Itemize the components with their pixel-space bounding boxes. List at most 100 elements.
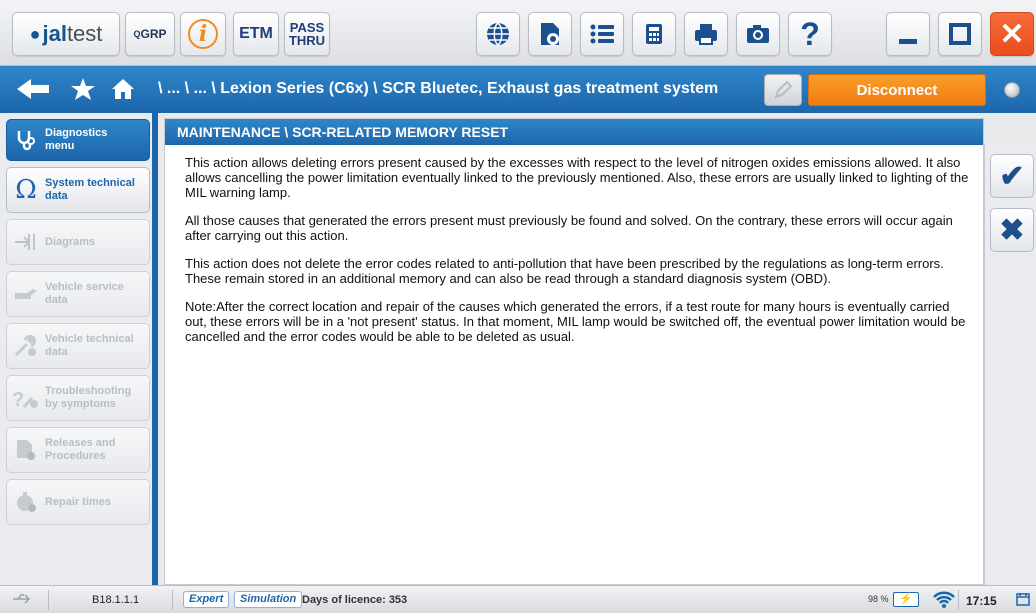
home-icon[interactable] (110, 77, 136, 108)
document-gear-icon (7, 438, 45, 462)
divider (172, 590, 173, 610)
disconnect-button[interactable]: Disconnect (808, 74, 986, 106)
label-line-2: data (45, 190, 68, 202)
wifi-icon (932, 589, 956, 612)
label-line-1: Vehicle technical (45, 333, 134, 345)
divider (48, 590, 49, 610)
calendar-icon[interactable] (1016, 592, 1030, 609)
sidebar-item-system-technical-data[interactable]: Ω System technical data (6, 167, 150, 213)
sidebar-item-label: Vehicle service data (45, 281, 124, 307)
logo-dot: ● (29, 23, 41, 44)
minimize-button[interactable] (886, 12, 930, 56)
sidebar-item-troubleshooting-by-symptoms[interactable]: ? Troubleshooting by symptoms (6, 375, 150, 421)
sidebar-item-label: Vehicle technical data (45, 333, 134, 359)
top-toolbar: ● jal test Q GRP i ETM PASS THRU ? ✕ (0, 0, 1036, 66)
list-icon (590, 24, 614, 44)
sidebar-item-label: Releases and Procedures (45, 437, 115, 463)
expert-mode-badge: Expert (183, 591, 230, 608)
print-button[interactable] (684, 12, 728, 56)
list-button[interactable] (580, 12, 624, 56)
main-content-panel: MAINTENANCE \ SCR-RELATED MEMORY RESET T… (164, 118, 984, 585)
pass-thru-button[interactable]: PASS THRU (284, 12, 330, 56)
wrench-gear-icon (7, 334, 45, 358)
label-line-1: Diagnostics (45, 127, 108, 139)
sidebar-item-label: Troubleshooting by symptoms (45, 385, 131, 411)
sidebar-item-diagnostics-menu[interactable]: Diagnostics menu (6, 119, 150, 161)
paragraph-causes: All those causes that generated the erro… (185, 213, 953, 243)
action-panel: ✔ ✖ (984, 144, 1036, 585)
usb-icon (12, 592, 32, 608)
close-button[interactable]: ✕ (990, 12, 1034, 56)
paragraph-note: Note:After the correct location and repa… (185, 299, 966, 344)
label-line-1: System technical (45, 177, 135, 189)
battery-percentage: 98 % (868, 594, 889, 604)
label-line-1: Vehicle service (45, 281, 124, 293)
pen-icon (774, 80, 793, 99)
sidebar-item-label: Diagnostics menu (45, 127, 107, 153)
sidebar: Diagnostics menu Ω System technical data D… (0, 113, 158, 585)
svg-text:?: ? (12, 389, 24, 410)
info-label: i (198, 21, 208, 47)
diagram-icon (7, 232, 45, 252)
thru-label: THRU (288, 33, 326, 48)
help-button[interactable]: ? (788, 12, 832, 56)
confirm-button[interactable]: ✔ (990, 154, 1034, 198)
etm-label: ETM (239, 25, 273, 42)
label-line-1: Troubleshooting (45, 385, 132, 397)
label-line-2: data (45, 294, 68, 306)
printer-icon (695, 24, 717, 45)
info-icon: i (188, 19, 218, 49)
label-line-2: Procedures (45, 450, 106, 462)
grp-label: GRP (140, 27, 167, 41)
view-button[interactable] (528, 12, 572, 56)
sidebar-item-vehicle-technical-data[interactable]: Vehicle technical data (6, 323, 150, 369)
grp-button[interactable]: Q GRP (125, 12, 175, 56)
jaltest-logo[interactable]: ● jal test (12, 12, 120, 56)
simulation-mode-badge: Simulation (234, 591, 303, 608)
maximize-button[interactable] (938, 12, 982, 56)
logo-brand: jal (42, 21, 67, 46)
battery-icon: ⚡ (893, 592, 919, 607)
sidebar-item-vehicle-service-data[interactable]: Vehicle service data (6, 271, 150, 317)
breadcrumb: \ ... \ ... \ Lexion Series (C6x) \ SCR … (158, 80, 719, 97)
paragraph-long-term-errors: This action does not delete the error co… (185, 256, 944, 286)
navigation-bar: \ ... \ ... \ Lexion Series (C6x) \ SCR … (0, 66, 1036, 113)
cross-icon: ✖ (999, 213, 1025, 247)
logo-suffix: test (66, 21, 103, 46)
favorite-star-icon[interactable] (70, 77, 96, 108)
calculator-button[interactable] (632, 12, 676, 56)
info-button[interactable]: i (180, 12, 226, 56)
back-arrow-icon[interactable] (15, 77, 51, 108)
connection-status-led (1004, 82, 1020, 98)
stethoscope-icon (7, 128, 45, 152)
help-icon: ? (800, 15, 820, 52)
cancel-button[interactable]: ✖ (990, 208, 1034, 252)
checkmark-icon: ✔ (999, 159, 1025, 193)
sidebar-item-releases-and-procedures[interactable]: Releases and Procedures (6, 427, 150, 473)
label-line-2: menu (45, 140, 75, 152)
camera-icon (747, 25, 769, 43)
licence-days: Days of licence: 353 (302, 594, 408, 606)
globe-icon (487, 22, 509, 46)
content-body: This action allows deleting errors prese… (165, 145, 983, 344)
sidebar-item-label: Repair times (45, 495, 112, 508)
software-version: B18.1.1.1 (92, 594, 140, 606)
close-icon: ✕ (999, 17, 1025, 51)
label-line-2: data (45, 346, 68, 358)
edit-button[interactable] (764, 74, 802, 106)
stopwatch-gear-icon (7, 490, 45, 514)
page-title: MAINTENANCE \ SCR-RELATED MEMORY RESET (165, 119, 983, 145)
etm-button[interactable]: ETM (233, 12, 279, 56)
sidebar-item-repair-times[interactable]: Repair times (6, 479, 150, 525)
oil-can-icon (7, 285, 45, 303)
maximize-icon (949, 23, 971, 45)
question-wrench-icon: ? (7, 386, 45, 410)
sidebar-item-label: System technical data (45, 177, 135, 203)
calculator-icon (646, 24, 662, 44)
status-bar: B18.1.1.1 Expert Simulation Days of lice… (0, 585, 1036, 613)
sidebar-item-diagrams[interactable]: Diagrams (6, 219, 150, 265)
omega-icon: Ω (15, 175, 37, 205)
label-line-2: by symptoms (45, 398, 116, 410)
globe-button[interactable] (476, 12, 520, 56)
camera-button[interactable] (736, 12, 780, 56)
